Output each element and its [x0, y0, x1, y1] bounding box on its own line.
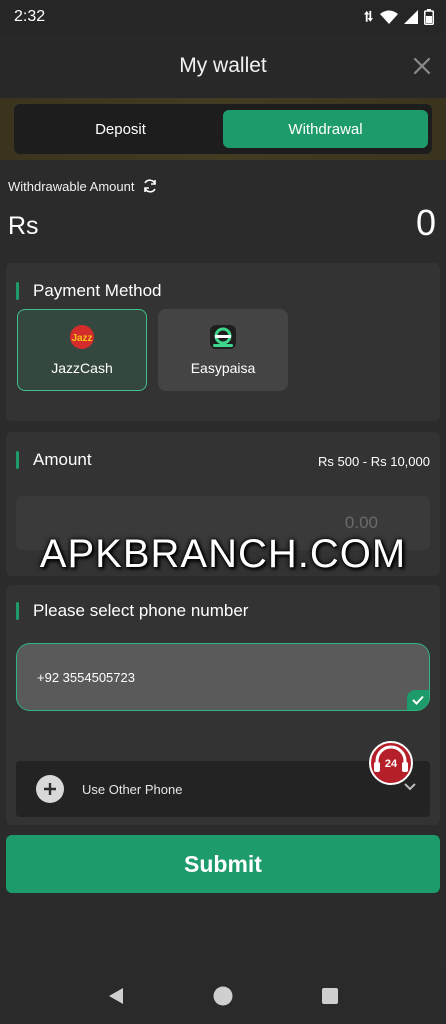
- jazz-logo: Jazz: [70, 325, 94, 349]
- support-24h-button[interactable]: 24: [368, 740, 414, 786]
- submit-button[interactable]: Submit: [6, 835, 440, 893]
- method-jazzcash[interactable]: Jazz JazzCash: [17, 309, 147, 391]
- withdrawable-amount: Withdrawable Amount: [8, 178, 158, 194]
- recents-icon[interactable]: [321, 987, 339, 1005]
- use-other-phone-label: Use Other Phone: [82, 781, 183, 797]
- tab-deposit[interactable]: Deposit: [18, 110, 223, 148]
- support-badge: 24: [385, 758, 398, 770]
- plus-icon: [36, 775, 64, 803]
- check-icon: [407, 690, 429, 710]
- wifi-icon: [380, 10, 398, 24]
- withdrawable-label: Withdrawable Amount: [8, 178, 135, 194]
- battery-icon: [424, 9, 434, 25]
- phone-card: Please select phone number +92 355450572…: [6, 585, 440, 825]
- payment-method-heading: Payment Method: [16, 281, 162, 301]
- balance-value: 0: [415, 202, 436, 243]
- phone-title: Please select phone number: [33, 601, 249, 620]
- system-nav-bar: [0, 968, 446, 1024]
- tab-strip: Deposit Withdrawal: [0, 98, 446, 160]
- status-time: 2:32: [14, 8, 46, 25]
- method-label: Easypaisa: [190, 360, 256, 376]
- easypaisa-logo: [210, 325, 236, 349]
- status-bar: 2:32: [0, 0, 446, 34]
- payment-method-title: Payment Method: [33, 281, 162, 300]
- payment-method-card: Payment Method Jazz JazzCash Easypaisa: [6, 263, 440, 421]
- watermark: APKBRANCH.COM: [39, 532, 407, 576]
- phone-number-value: +92 3554505723: [37, 669, 135, 685]
- page-title: My wallet: [179, 54, 267, 77]
- tab-bar: Deposit Withdrawal: [14, 104, 432, 154]
- phone-heading: Please select phone number: [16, 601, 248, 621]
- wallet-header: My wallet: [0, 34, 446, 98]
- amount-title: Amount: [33, 450, 92, 469]
- headset-icon: 24: [369, 741, 413, 785]
- signal-icon: [404, 10, 418, 24]
- selected-phone-number[interactable]: +92 3554505723: [16, 643, 430, 711]
- status-icons: [364, 9, 434, 25]
- currency-label: Rs: [8, 212, 39, 240]
- amount-range: Rs 500 - Rs 10,000: [317, 454, 430, 469]
- section-accent-bar: [16, 282, 19, 300]
- amount-heading: Amount: [16, 450, 92, 470]
- jazz-logo-text: Jazz: [71, 333, 92, 344]
- method-label: JazzCash: [51, 360, 113, 376]
- method-easypaisa[interactable]: Easypaisa: [158, 309, 288, 391]
- home-icon[interactable]: [213, 986, 233, 1006]
- refresh-icon[interactable]: [142, 178, 158, 194]
- section-accent-bar: [16, 602, 19, 620]
- back-icon[interactable]: [107, 987, 125, 1005]
- close-icon[interactable]: [410, 54, 434, 78]
- section-accent-bar: [16, 451, 19, 469]
- data-arrows-icon: [364, 10, 373, 22]
- tab-withdrawal[interactable]: Withdrawal: [223, 110, 428, 148]
